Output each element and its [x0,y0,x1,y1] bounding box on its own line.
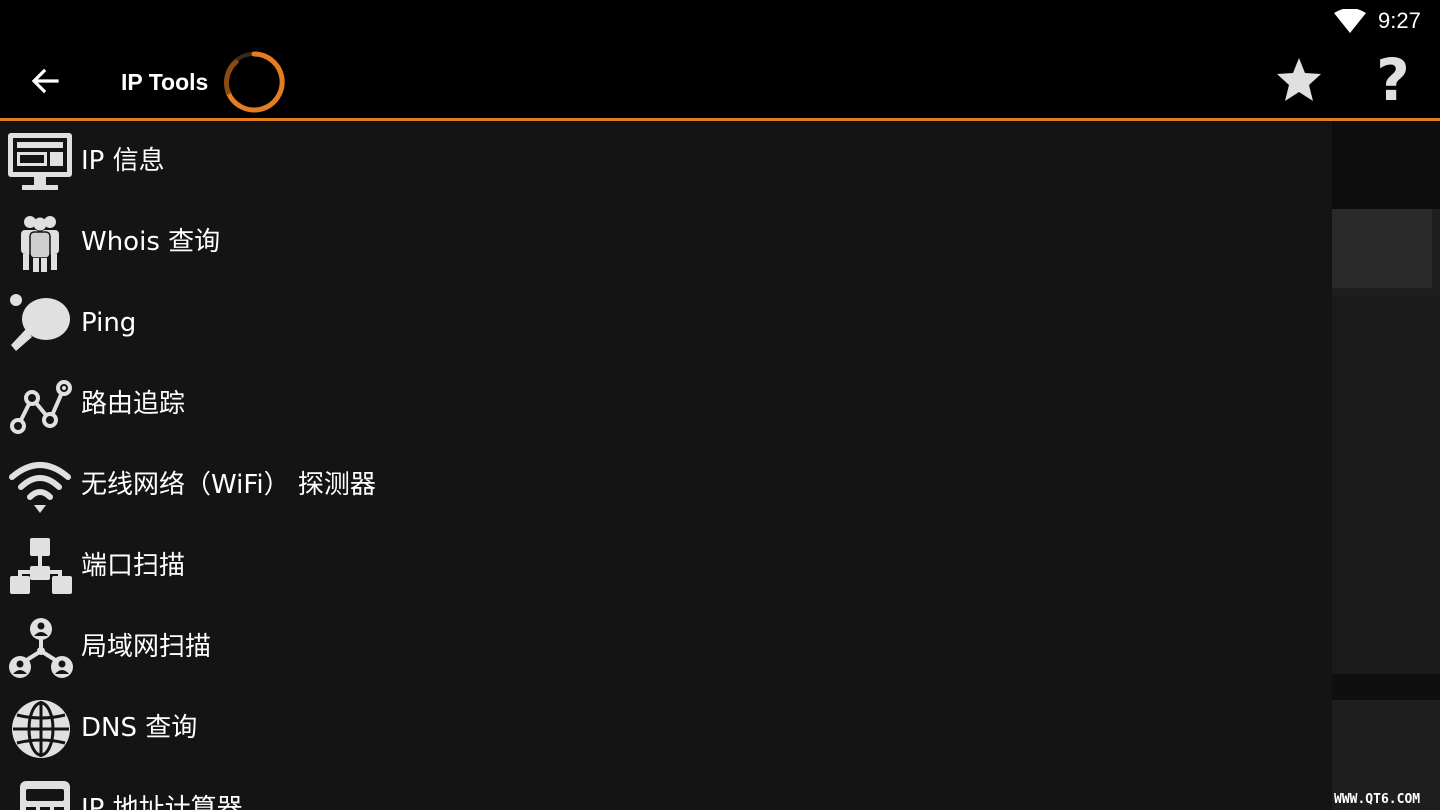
people-group-icon [21,216,59,272]
drawer-item-lan-scan[interactable]: 局域网扫描 [0,607,1332,688]
lan-users-icon [9,618,73,678]
drawer-item-whois[interactable]: Whois 查询 [0,202,1332,283]
app-title: IP Tools [121,69,209,95]
main-content-panel [1332,296,1440,674]
help-button[interactable]: ? [1366,51,1420,109]
drawer-item-port-scan[interactable]: 端口扫描 [0,526,1332,607]
main-content-divider [1332,674,1440,700]
drawer-item-wifi-scanner[interactable]: 无线网络（WiFi） 探测器 [0,445,1332,526]
ping-pong-icon [10,294,70,351]
main-content-header [1332,121,1440,209]
watermark: WWW.QT6.COM [1334,792,1421,807]
status-bar: 9:27 [0,0,1440,40]
drawer-item-label: 路由追踪 [81,389,186,419]
main-content-card [1332,209,1432,288]
star-icon [1277,58,1321,101]
arrow-back-icon [31,68,59,94]
app-bar [0,40,1440,120]
loading-spinner-icon [224,51,285,113]
network-ports-icon [10,538,72,594]
drawer-item-label: Whois 查询 [81,227,221,257]
drawer-item-label: DNS 查询 [81,713,198,743]
app-screen: 9:27 IP Tools ? IP 信息 Whois 查询 Ping 路由追踪… [0,0,1440,810]
navigation-drawer: IP 信息 Whois 查询 Ping 路由追踪 无线网络（WiFi） 探测器 … [0,121,1332,810]
drawer-item-label: 局域网扫描 [81,632,212,662]
drawer-item-label: IP 信息 [81,146,165,176]
drawer-item-label: 端口扫描 [81,551,186,581]
status-time: 9:27 [1378,8,1421,33]
drawer-item-ping[interactable]: Ping [0,283,1332,364]
calculator-icon [20,781,70,810]
drawer-item-label: IP 地址计算器 [81,794,243,810]
back-button[interactable] [22,58,68,104]
drawer-item-traceroute[interactable]: 路由追踪 [0,364,1332,445]
favorite-star-button[interactable] [1274,55,1324,105]
drawer-item-label: Ping [81,308,137,338]
route-trace-icon [10,380,72,434]
drawer-item-ip-calculator[interactable]: IP 地址计算器 [0,769,1332,810]
wifi-icon [1334,9,1366,33]
wifi-signal-icon [9,462,71,513]
drawer-item-label: 无线网络（WiFi） 探测器 [81,470,376,500]
drawer-item-ip-info[interactable]: IP 信息 [0,121,1332,202]
monitor-icon [8,133,72,190]
globe-icon [12,700,70,758]
drawer-item-dns-lookup[interactable]: DNS 查询 [0,688,1332,769]
